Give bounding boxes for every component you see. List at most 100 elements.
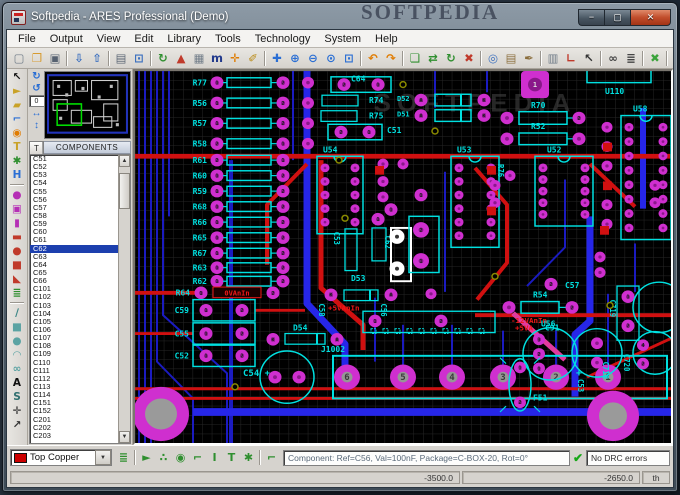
block-move-icon[interactable]: ⇄: [424, 50, 442, 67]
undo-icon[interactable]: ↶: [364, 50, 382, 67]
place-component-icon[interactable]: ►: [138, 450, 155, 466]
menu-item-help[interactable]: Help: [368, 32, 405, 46]
menu-item-library[interactable]: Library: [160, 32, 208, 46]
via-mode-icon[interactable]: ◉: [8, 126, 26, 140]
list-scrollbar[interactable]: ▲ ▼: [118, 155, 130, 443]
mirror-vertical-icon[interactable]: ↕: [30, 120, 44, 131]
canvas-item-vlabel[interactable]: R76: [496, 164, 505, 178]
canvas-item-redbox[interactable]: 0VAnIn: [212, 286, 262, 299]
pan-icon[interactable]: ✚: [268, 50, 286, 67]
canvas-item-pad[interactable]: 1: [371, 212, 385, 226]
menu-item-output[interactable]: Output: [43, 32, 90, 46]
canvas-item-pad[interactable]: 2: [266, 286, 280, 300]
smt-rect-pad-icon[interactable]: ▬: [8, 230, 26, 244]
maximize-button[interactable]: ▢: [604, 8, 630, 26]
auto-router-icon[interactable]: ⇄: [670, 50, 673, 67]
canvas-item-vlabel[interactable]: C53: [576, 379, 585, 392]
minimize-button[interactable]: −: [578, 8, 604, 26]
smt-circle-pad-icon[interactable]: ●: [8, 244, 26, 258]
pcb-canvas[interactable]: SOFTPEDIAR77 1 2R56 1 2R57 1 2R58 2 1R61 2 1R60 1 2R…: [135, 71, 671, 443]
canvas-item-vlabel[interactable]: C53: [332, 232, 341, 245]
design-explorer-icon[interactable]: ≣: [622, 50, 640, 67]
mark-output-area-icon[interactable]: ⊡: [130, 50, 148, 67]
scroll-down-arrow[interactable]: ▼: [119, 431, 130, 443]
chevron-down-icon[interactable]: ▼: [95, 450, 111, 465]
canvas-item-redlabel[interactable]: +5VA: [515, 324, 534, 333]
zoom-in-icon[interactable]: ⊕: [286, 50, 304, 67]
print-icon[interactable]: ▤: [112, 50, 130, 67]
canvas-item-redlabel[interactable]: +5VAnIn: [328, 303, 360, 312]
layer-selector[interactable]: Top Copper ▼: [10, 449, 112, 466]
place-text-icon[interactable]: T: [223, 450, 240, 466]
canvas-item-pad[interactable]: 1: [414, 188, 428, 202]
make-package-icon[interactable]: ▤: [502, 50, 520, 67]
text-2d-icon[interactable]: A: [8, 376, 26, 390]
package-mode-icon[interactable]: ▰: [8, 98, 26, 112]
open-document-icon[interactable]: ❐: [28, 50, 46, 67]
layer-stack-icon[interactable]: ≣: [115, 450, 132, 466]
circle-2d-icon[interactable]: ●: [8, 334, 26, 348]
menu-item-technology[interactable]: Technology: [248, 32, 318, 46]
zone-mode-icon[interactable]: T: [8, 140, 26, 154]
toggle-metric-icon[interactable]: m: [208, 50, 226, 67]
flip-layers-icon[interactable]: ▲: [172, 50, 190, 67]
redraw-icon[interactable]: ↻: [154, 50, 172, 67]
component-list-item[interactable]: C203: [30, 431, 118, 440]
menu-item-tools[interactable]: Tools: [208, 32, 248, 46]
canvas-item-pad[interactable]: 2: [544, 277, 558, 291]
marker-2d-icon[interactable]: ✛: [8, 404, 26, 418]
arc-2d-icon[interactable]: ◠: [8, 348, 26, 362]
canvas-item-pad[interactable]: [268, 370, 282, 384]
toggle-x-cursor-icon[interactable]: ✐: [244, 50, 262, 67]
canvas-item-hole[interactable]: [587, 390, 639, 442]
menu-item-system[interactable]: System: [317, 32, 368, 46]
block-delete-icon[interactable]: ✖: [460, 50, 478, 67]
selection-tool-icon[interactable]: ↖: [8, 70, 26, 84]
path-2d-icon[interactable]: ∞: [8, 362, 26, 376]
canvas-item-label[interactable]: C54 +: [243, 369, 271, 379]
ratsnest-mode-icon[interactable]: ✱: [8, 154, 26, 168]
close-button[interactable]: ✕: [630, 8, 671, 26]
canvas-item-label[interactable]: +: [576, 368, 582, 379]
canvas-item-pad[interactable]: 1: [194, 286, 208, 300]
block-copy-icon[interactable]: ❏: [406, 50, 424, 67]
pick-parts-icon[interactable]: ◎: [484, 50, 502, 67]
zoom-out-icon[interactable]: ⊖: [304, 50, 322, 67]
save-document-icon[interactable]: ▣: [46, 50, 64, 67]
zoom-all-icon[interactable]: ⊙: [322, 50, 340, 67]
canvas-item-pad[interactable]: 2: [434, 314, 448, 328]
menu-item-view[interactable]: View: [90, 32, 128, 46]
highlight-mode-icon[interactable]: H: [8, 168, 26, 182]
toggle-false-origin-icon[interactable]: ✛: [226, 50, 244, 67]
zoom-area-icon[interactable]: ⊡: [340, 50, 358, 67]
canvas-item-vlabel[interactable]: C720: [622, 354, 631, 371]
template-icon[interactable]: ▥: [544, 50, 562, 67]
box-2d-icon[interactable]: ■: [8, 320, 26, 334]
smt-polygon-pad-icon[interactable]: ◣: [8, 272, 26, 286]
canvas-item-label[interactable]: R64: [176, 289, 191, 298]
menu-item-file[interactable]: File: [11, 32, 43, 46]
rotate-ccw-icon[interactable]: ↺: [30, 83, 44, 94]
verify-packaging-icon[interactable]: ✒: [520, 50, 538, 67]
block-rotate-icon[interactable]: ↻: [442, 50, 460, 67]
round-pad-icon[interactable]: ●: [8, 188, 26, 202]
search-and-tag-icon[interactable]: ∞: [604, 50, 622, 67]
track-angle-toggle-icon[interactable]: ∟: [562, 50, 580, 67]
canvas-item-hole[interactable]: [135, 386, 189, 442]
canvas-item-pad[interactable]: [292, 370, 306, 384]
snap-cursor-icon[interactable]: ↖: [580, 50, 598, 67]
pad-stack-icon[interactable]: ≣: [8, 286, 26, 300]
place-pad-icon[interactable]: ∴: [155, 450, 172, 466]
symbol-2d-icon[interactable]: S: [8, 390, 26, 404]
component-mode-icon[interactable]: ►: [8, 84, 26, 98]
redo-icon[interactable]: ↷: [382, 50, 400, 67]
place-via-icon[interactable]: ◉: [172, 450, 189, 466]
scroll-up-arrow[interactable]: ▲: [119, 155, 130, 167]
route-track-icon[interactable]: ⌐: [263, 450, 280, 466]
place-ratsnest-icon[interactable]: ✱: [240, 450, 257, 466]
mirror-horizontal-icon[interactable]: ↔: [30, 108, 44, 119]
canvas-item-vlabel[interactable]: C718: [601, 362, 610, 379]
menu-item-edit[interactable]: Edit: [127, 32, 160, 46]
dil-pad-icon[interactable]: ▮: [8, 216, 26, 230]
dimension-2d-icon[interactable]: ↗: [8, 418, 26, 432]
